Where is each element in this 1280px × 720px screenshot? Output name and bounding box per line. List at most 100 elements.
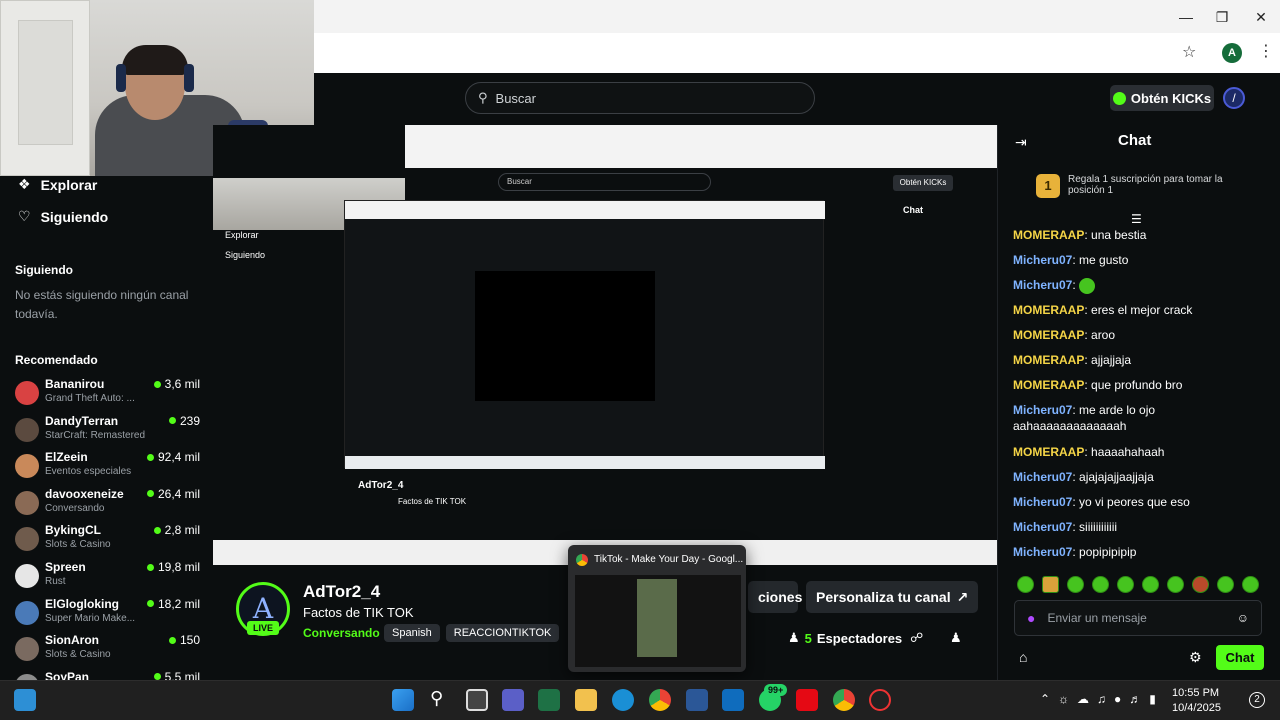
- gift-subs-button[interactable]: ciones: [748, 581, 802, 613]
- nested-explore: Explorar: [225, 230, 259, 240]
- channel-name[interactable]: AdTor2_4: [303, 582, 380, 602]
- emote-icon[interactable]: [1017, 576, 1034, 593]
- chat-username[interactable]: Micheru07: [1013, 253, 1072, 267]
- recommended-channel[interactable]: Bananirou Grand Theft Auto: ... 3,6 mil: [15, 377, 200, 411]
- emote-icon[interactable]: [1067, 576, 1084, 593]
- sidebar-item-following[interactable]: ♡ Siguiendo: [18, 208, 108, 225]
- user-avatar[interactable]: /: [1223, 87, 1245, 109]
- tag-language[interactable]: Spanish: [384, 624, 440, 642]
- emote-icon[interactable]: [1092, 576, 1109, 593]
- chat-message-input[interactable]: ● Enviar un mensaje ☺: [1014, 600, 1262, 636]
- chat-username[interactable]: MOMERAAP: [1013, 445, 1084, 459]
- chat-username[interactable]: Micheru07: [1013, 520, 1072, 534]
- chat-username[interactable]: MOMERAAP: [1013, 303, 1084, 317]
- app-icon[interactable]: [869, 689, 891, 711]
- gift-prompt-text: Regala 1 suscripción para tomar la posic…: [1068, 174, 1223, 196]
- get-kicks-button[interactable]: Obtén KICKs: [1110, 85, 1214, 111]
- notification-badge[interactable]: 2: [1249, 692, 1265, 708]
- follow-icon[interactable]: ♟: [950, 630, 962, 646]
- chat-username[interactable]: Micheru07: [1013, 403, 1072, 417]
- taskbar-preview-popup[interactable]: TikTok - Make Your Day - Googl...: [568, 545, 746, 672]
- chat-message: Micheru07: siiiiiiiiiiii: [1013, 519, 1268, 535]
- microphone-icon[interactable]: ●: [1027, 610, 1035, 626]
- word-icon[interactable]: [686, 689, 708, 711]
- avatar: [15, 490, 39, 515]
- emote-icon[interactable]: [1142, 576, 1159, 593]
- clock-date[interactable]: 10/4/2025: [1172, 702, 1221, 714]
- gift-leaderboard-prompt[interactable]: 1 Regala 1 suscripción para tomar la pos…: [1036, 170, 1266, 210]
- emote-icon[interactable]: [1167, 576, 1184, 593]
- chrome-icon[interactable]: [649, 689, 671, 711]
- search-icon[interactable]: ⚲: [430, 688, 443, 709]
- sidebar-item-label: Siguiendo: [40, 208, 109, 225]
- chat-message: MOMERAAP: haaaahahaah: [1013, 444, 1268, 460]
- stream-video[interactable]: Explorar Siguiendo Buscar Obtén KICKs Ch…: [213, 125, 997, 565]
- filter-icon[interactable]: ☰: [1131, 212, 1142, 226]
- channel-category: StarCraft: Remastered: [45, 429, 146, 441]
- collapse-chat-icon[interactable]: ⇥: [1015, 134, 1027, 151]
- recommended-channel[interactable]: DandyTerran StarCraft: Remastered 239: [15, 414, 200, 448]
- start-icon[interactable]: [392, 689, 414, 711]
- recommended-channel[interactable]: BykingCL Slots & Casino 2,8 mil: [15, 523, 200, 557]
- chat-username[interactable]: MOMERAAP: [1013, 378, 1084, 392]
- chat-username[interactable]: Micheru07: [1013, 545, 1072, 559]
- share-icon[interactable]: ☍: [910, 630, 923, 646]
- chat-input-placeholder: Enviar un mensaje: [1047, 611, 1147, 625]
- emote-icon[interactable]: [1117, 576, 1134, 593]
- store-icon[interactable]: ⌂: [1019, 649, 1027, 665]
- recommended-channel[interactable]: SoyPan 5,5 mil: [15, 670, 200, 680]
- chat-username[interactable]: Micheru07: [1013, 470, 1072, 484]
- emote-icon[interactable]: [1042, 576, 1059, 593]
- chat-username[interactable]: Micheru07: [1013, 278, 1072, 292]
- chat-username[interactable]: MOMERAAP: [1013, 353, 1084, 367]
- stream-category[interactable]: Conversando: [303, 626, 380, 640]
- system-tray-icons[interactable]: ⌃☼☁♫●♬▮: [1040, 692, 1164, 706]
- recommended-channel[interactable]: Spreen Rust 19,8 mil: [15, 560, 200, 594]
- widgets-icon[interactable]: [14, 689, 36, 711]
- sidebar-item-explore[interactable]: ❖ Explorar: [18, 176, 97, 193]
- live-dot-icon: [146, 563, 154, 571]
- emoji-icon[interactable]: ☺: [1237, 611, 1249, 625]
- browser-menu-icon[interactable]: ⋮: [1258, 41, 1274, 61]
- chat-text: haaaahahaah: [1091, 445, 1165, 459]
- recommended-channel[interactable]: SionAron Slots & Casino 150: [15, 633, 200, 667]
- profile-avatar[interactable]: A: [1222, 43, 1242, 63]
- chat-message: MOMERAAP: que profundo bro: [1013, 377, 1268, 393]
- channel-name: DandyTerran: [45, 413, 119, 428]
- close-icon[interactable]: ✕: [1246, 6, 1276, 28]
- viewers-number: 5: [804, 630, 812, 646]
- settings-gear-icon[interactable]: ⚙: [1189, 649, 1202, 666]
- chat-username[interactable]: Micheru07: [1013, 495, 1072, 509]
- bookmark-star-icon[interactable]: ☆: [1182, 42, 1196, 62]
- file-explorer-icon[interactable]: [575, 689, 597, 711]
- search-input[interactable]: ⚲ Buscar: [465, 82, 815, 114]
- recommended-channel[interactable]: ElGlogloking Super Mario Make... 18,2 mil: [15, 597, 200, 631]
- tag-reaction[interactable]: REACCIONTIKTOK: [445, 624, 560, 642]
- customize-channel-button[interactable]: Personaliza tu canal ↗: [806, 581, 979, 613]
- emote-icon[interactable]: [1192, 576, 1209, 593]
- chat-username[interactable]: MOMERAAP: [1013, 228, 1084, 242]
- chat-text: ajjajjaja: [1091, 353, 1132, 367]
- recommended-channel[interactable]: ElZeein Eventos especiales 92,4 mil: [15, 450, 200, 484]
- edge-icon[interactable]: [612, 689, 634, 711]
- task-view-icon[interactable]: [466, 689, 488, 711]
- emote-icon[interactable]: [1217, 576, 1234, 593]
- netflix-icon[interactable]: [796, 689, 818, 711]
- emote-icon[interactable]: [1242, 576, 1259, 593]
- teams-icon[interactable]: [502, 689, 524, 711]
- clock-time[interactable]: 10:55 PM: [1172, 687, 1219, 699]
- chrome-profile-icon[interactable]: [833, 689, 855, 711]
- chat-send-button[interactable]: Chat: [1216, 645, 1264, 670]
- chat-message: Micheru07: ajajajajjaajjaja: [1013, 469, 1268, 485]
- minimize-icon[interactable]: —: [1171, 6, 1201, 28]
- excel-icon[interactable]: [538, 689, 560, 711]
- viewer-count-value: 3,6 mil: [164, 377, 200, 391]
- chat-colon: :: [1084, 445, 1092, 459]
- recommended-channel[interactable]: davooxeneize Conversando 26,4 mil: [15, 487, 200, 521]
- channel-category: Grand Theft Auto: ...: [45, 393, 135, 404]
- chat-username[interactable]: MOMERAAP: [1013, 328, 1084, 342]
- outlook-icon[interactable]: [722, 689, 744, 711]
- search-placeholder: Buscar: [495, 90, 536, 106]
- maximize-icon[interactable]: ❐: [1207, 6, 1237, 28]
- viewer-count-value: 19,8 mil: [157, 560, 200, 574]
